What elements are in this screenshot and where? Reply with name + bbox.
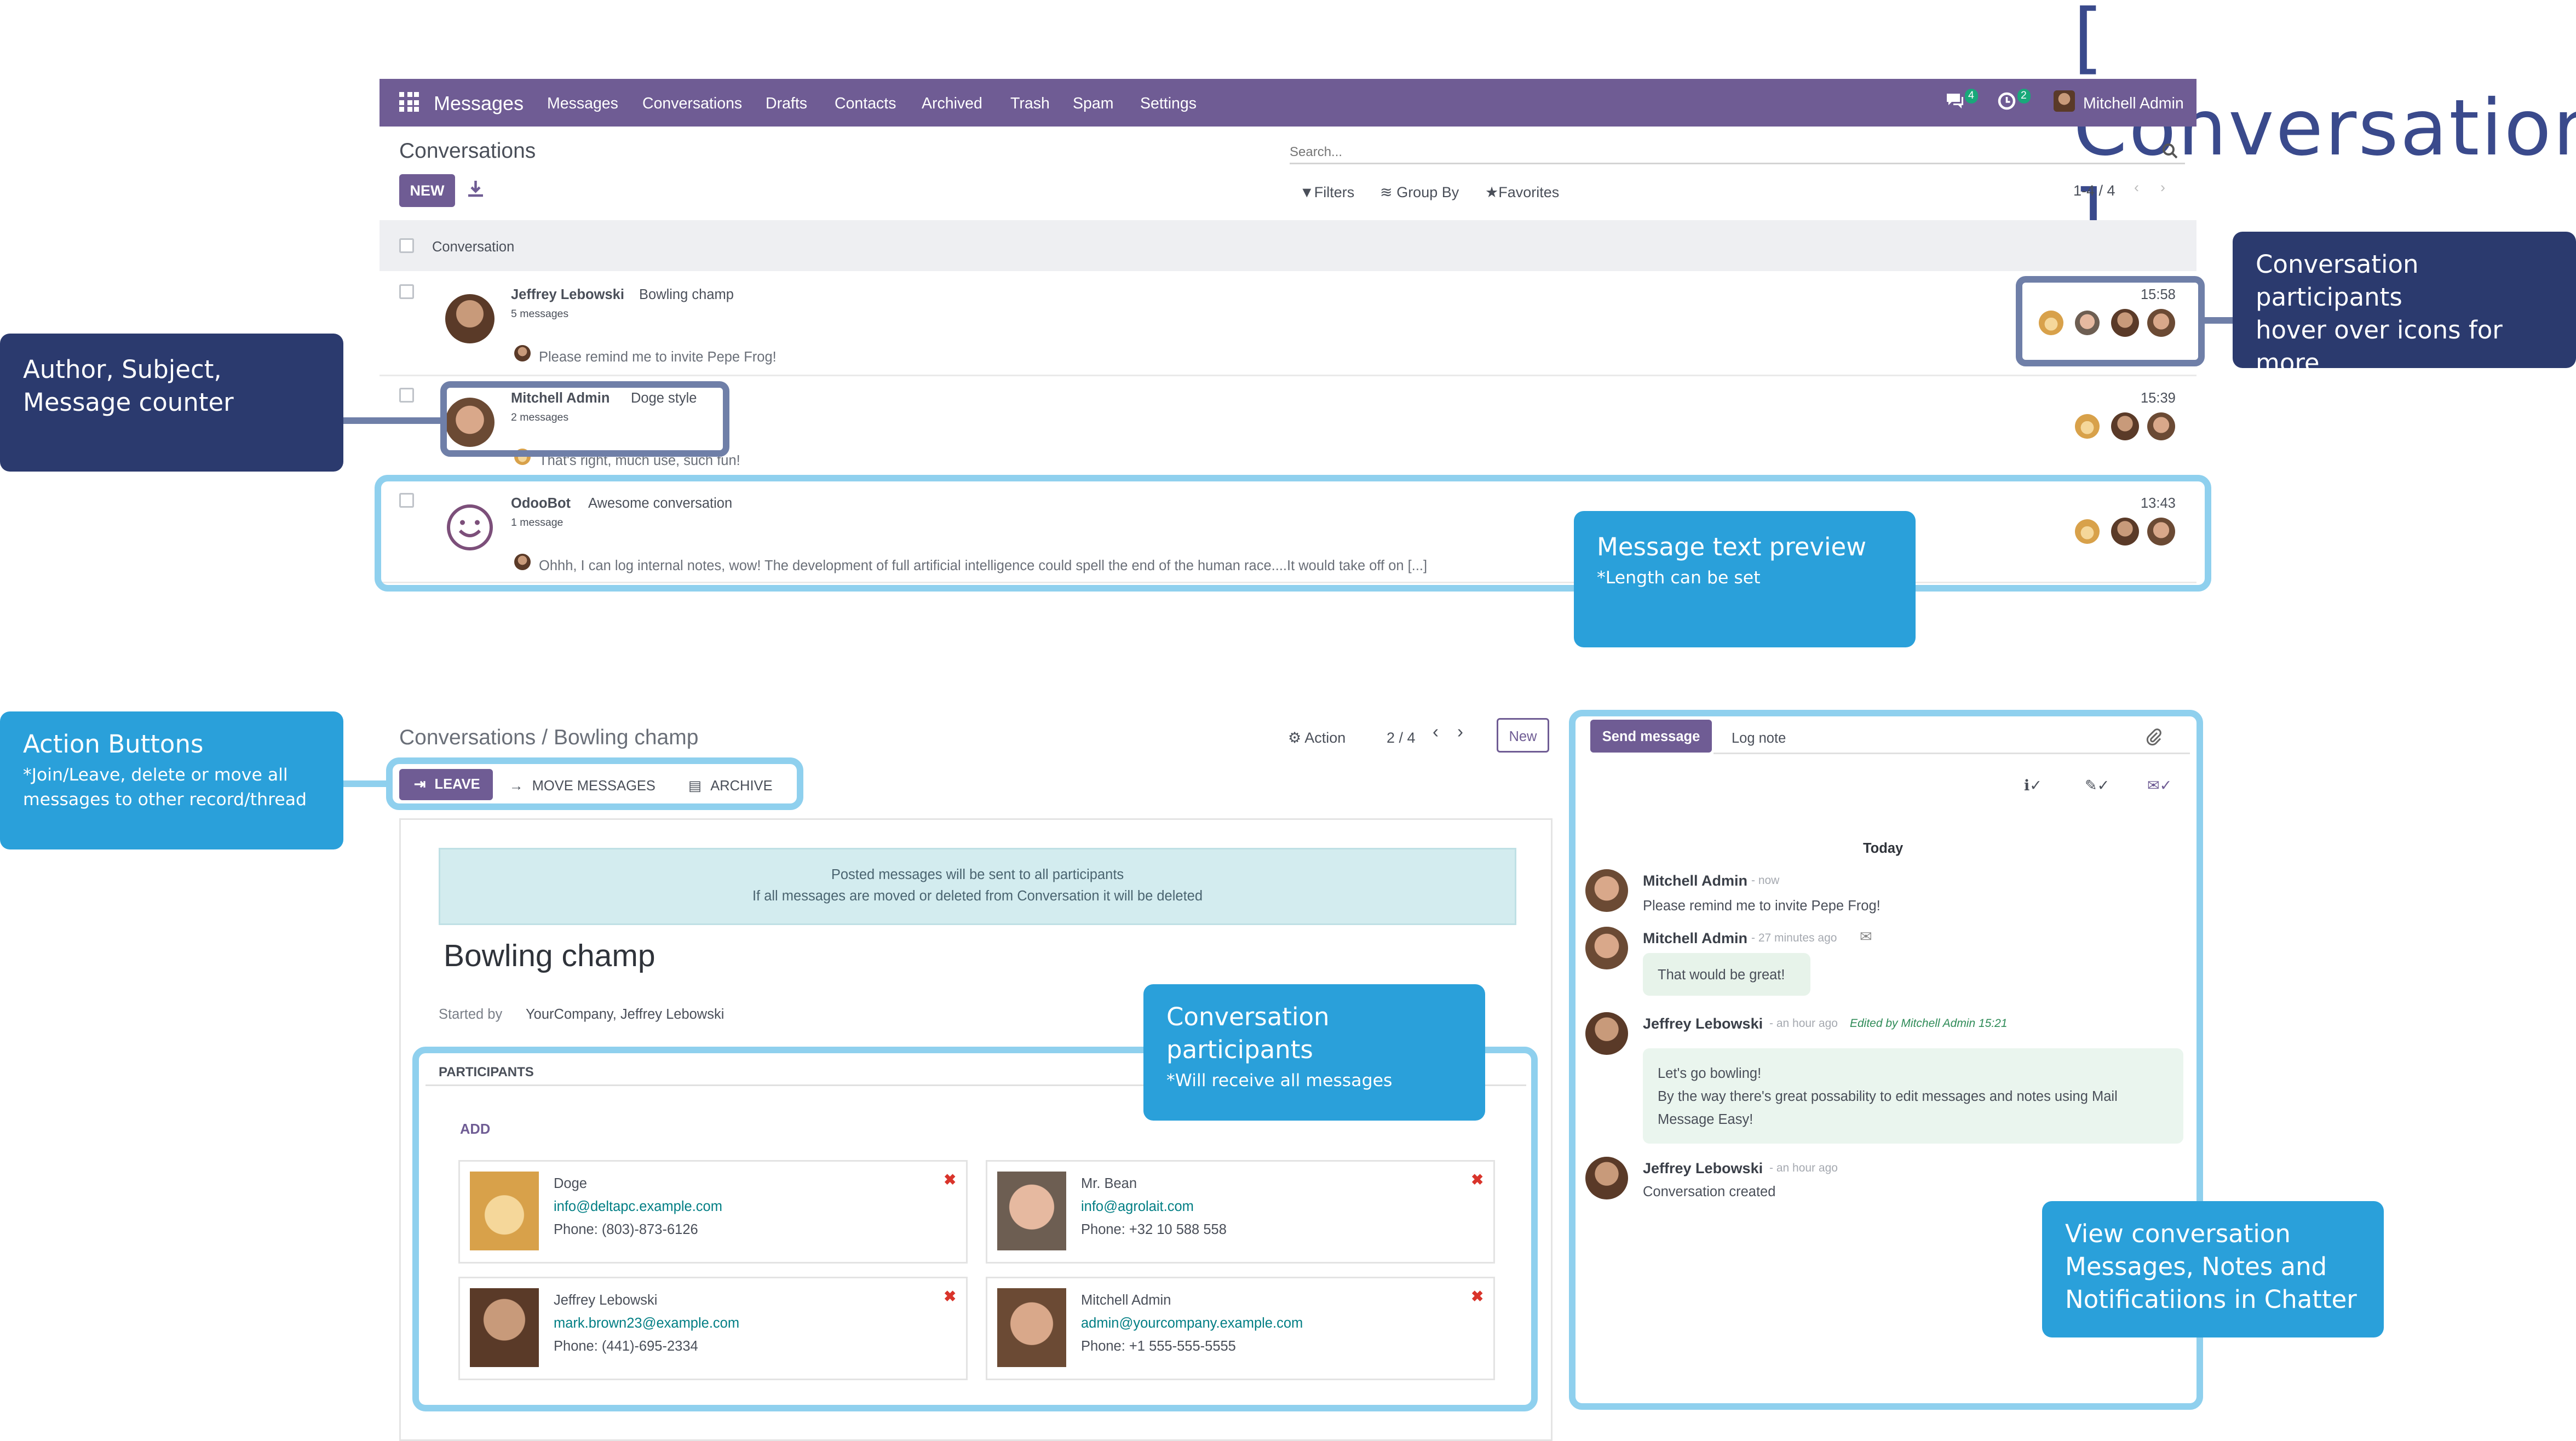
pager-prev-icon[interactable]: ‹ <box>2134 179 2139 196</box>
column-header-conversation: Conversation <box>432 238 515 255</box>
pager: 1-4 / 4 <box>2073 182 2115 199</box>
annotation-subtext: *Join/Leave, delete or move all <box>23 766 288 785</box>
group-by-label: Group By <box>1396 184 1459 200</box>
annotation-participants-icons: Conversation participants hover over ico… <box>2233 232 2576 411</box>
info-alert: Posted messages will be sent to all part… <box>439 848 1516 925</box>
author-avatar <box>445 294 495 343</box>
row-checkbox[interactable] <box>399 284 414 299</box>
search-field[interactable] <box>1290 140 2111 164</box>
breadcrumb: Conversations / Bowling champ <box>399 725 698 749</box>
apps-menu-icon[interactable] <box>399 92 419 112</box>
search-icon[interactable] <box>2162 138 2178 168</box>
breadcrumb-separator: / <box>542 725 548 749</box>
menu-settings[interactable]: Settings <box>1140 95 1197 113</box>
annotation-text: Conversation <box>1166 1002 1330 1032</box>
row-preview: Please remind me to invite Pepe Frog! <box>539 348 777 365</box>
pager-prev-icon[interactable]: ‹ <box>1433 723 1439 743</box>
row-time: 15:39 <box>2141 389 2176 406</box>
activity-icon[interactable] <box>1998 92 2016 115</box>
annotation-text: information <box>2256 381 2398 411</box>
list-header: Conversation <box>380 220 2196 271</box>
row-subject: Bowling champ <box>639 286 734 302</box>
connector-line <box>342 780 391 787</box>
layers-icon: ≋ <box>1380 184 1393 200</box>
menu-conversations[interactable]: Conversations <box>642 95 742 113</box>
annotation-text: Action Buttons <box>23 730 204 759</box>
row-message-count: 5 messages <box>511 309 569 320</box>
participant-icon[interactable] <box>2111 412 2139 440</box>
pager-next-icon[interactable]: › <box>1457 723 1463 743</box>
annotation-text: Notificatiions in Chatter <box>2065 1285 2357 1314</box>
preview-author-avatar <box>514 345 531 361</box>
table-row[interactable]: Jeffrey Lebowski Bowling champ 5 message… <box>380 271 2196 376</box>
breadcrumb-current: Bowling champ <box>553 725 699 749</box>
select-all-checkbox[interactable] <box>399 238 414 253</box>
record-title: Bowling champ <box>444 940 656 974</box>
chat-badge: 4 <box>1965 89 1977 104</box>
alert-line: Posted messages will be sent to all part… <box>831 866 1124 882</box>
user-name[interactable]: Mitchell Admin <box>2083 95 2184 113</box>
connector-line <box>342 417 444 424</box>
message-preview-highlight <box>375 475 2211 592</box>
menu-contacts[interactable]: Contacts <box>835 95 896 113</box>
action-buttons-highlight <box>386 757 803 810</box>
action-label: Action <box>1304 730 1346 746</box>
participant-icons-highlight <box>2016 276 2205 366</box>
started-by-label: Started by <box>439 1006 503 1022</box>
breadcrumb-parent[interactable]: Conversations <box>399 725 536 749</box>
row-author: Jeffrey Lebowski <box>511 286 624 302</box>
group-by-button[interactable]: ≋ Group By <box>1380 184 1459 202</box>
chat-icon[interactable] <box>1945 92 1965 115</box>
new-button[interactable]: NEW <box>399 174 455 207</box>
filter-icon: ▼ <box>1300 184 1314 200</box>
annotation-text: Message text preview <box>1597 532 1867 562</box>
annotation-text: Author, Subject, <box>23 355 222 384</box>
participant-icon[interactable] <box>2147 412 2175 440</box>
annotation-text: participants <box>1166 1035 1313 1065</box>
pager-next-icon[interactable]: › <box>2160 179 2165 196</box>
menu-spam[interactable]: Spam <box>1073 95 1113 113</box>
row-checkbox[interactable] <box>399 388 414 403</box>
app-name[interactable]: Messages <box>434 92 524 115</box>
form-new-button[interactable]: New <box>1497 718 1549 753</box>
author-subject-highlight <box>440 381 729 457</box>
star-icon: ★ <box>1485 184 1499 200</box>
annotation-text: Message counter <box>23 388 234 417</box>
annotation-view-conversation: View conversation Messages, Notes and No… <box>2042 1201 2384 1337</box>
annotation-text: Conversation participants <box>2256 250 2419 312</box>
action-menu-button[interactable]: ⚙ Action <box>1288 730 1346 748</box>
favorites-button[interactable]: ★Favorites <box>1485 184 1559 202</box>
list-title: Conversations <box>399 138 536 163</box>
annotation-message-preview: Message text preview *Length can be set <box>1574 511 1916 647</box>
annotation-conversation-participants: Conversation participants *Will receive … <box>1143 984 1485 1121</box>
top-navbar: Messages Messages Conversations Drafts C… <box>380 79 2196 127</box>
form-pager: 2 / 4 <box>1387 730 1416 746</box>
annotation-text: View conversation <box>2065 1219 2291 1249</box>
annotation-subtext: *Will receive all messages <box>1166 1071 1393 1091</box>
participant-icon[interactable] <box>2075 414 2100 439</box>
annotation-text: hover over icons for more <box>2256 315 2503 378</box>
filters-button[interactable]: ▼Filters <box>1300 184 1354 200</box>
annotation-text: Messages, Notes and <box>2065 1252 2327 1282</box>
activity-badge: 2 <box>2017 89 2030 104</box>
filters-label: Filters <box>1314 184 1355 200</box>
gear-icon: ⚙ <box>1288 730 1302 746</box>
started-by-value: YourCompany, Jeffrey Lebowski <box>526 1006 725 1022</box>
user-avatar[interactable] <box>2054 90 2075 112</box>
menu-drafts[interactable]: Drafts <box>766 95 807 113</box>
menu-messages[interactable]: Messages <box>547 95 618 113</box>
search-input[interactable] <box>1290 135 2185 164</box>
menu-archived[interactable]: Archived <box>922 95 982 113</box>
download-icon[interactable] <box>468 177 483 207</box>
menu-trash[interactable]: Trash <box>1010 95 1050 113</box>
favorites-label: Favorites <box>1498 184 1560 200</box>
annotation-subtext: *Length can be set <box>1597 569 1761 588</box>
alert-line: If all messages are moved or deleted fro… <box>752 887 1203 904</box>
annotation-action-buttons: Action Buttons *Join/Leave, delete or mo… <box>0 711 343 849</box>
annotation-author-subject: Author, Subject, Message counter <box>0 334 343 472</box>
annotation-subtext: messages to other record/thread <box>23 790 307 810</box>
